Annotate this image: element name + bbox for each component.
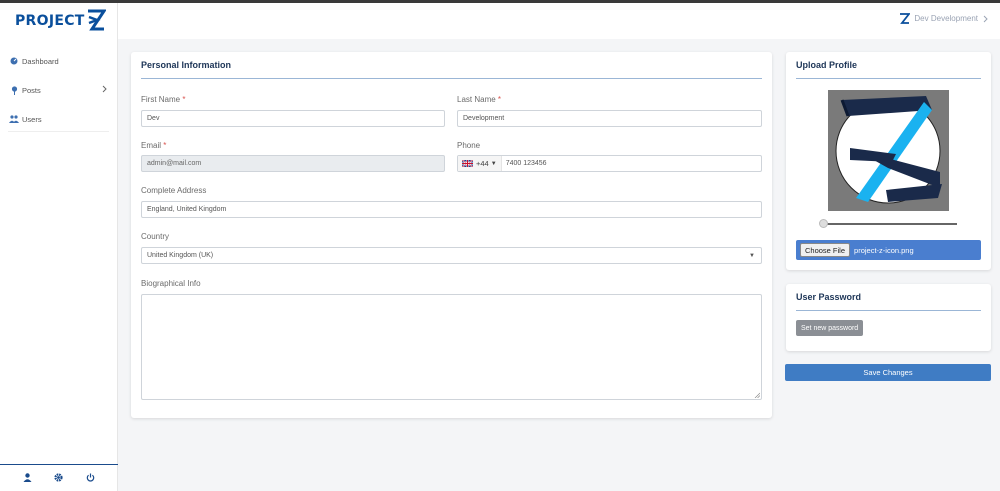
logo-z-icon <box>87 9 106 31</box>
sidebar-item-label: Users <box>22 114 42 124</box>
file-input[interactable]: Choose File project-z-icon.png <box>796 240 981 260</box>
card-title: Personal Information <box>141 60 232 70</box>
email-label: Email * <box>141 141 167 150</box>
logo[interactable]: PROJECT <box>15 7 106 35</box>
card-title: Upload Profile <box>796 60 858 70</box>
sidebar-item-label: Dashboard <box>22 56 59 66</box>
country-label: Country <box>141 232 170 241</box>
zoom-slider-handle[interactable] <box>819 219 828 228</box>
caret-down-icon: ▼ <box>749 253 755 259</box>
sidebar-footer <box>0 464 118 491</box>
card-divider <box>796 310 981 311</box>
dashboard-icon <box>9 56 19 66</box>
user-password-card: User Password Set new password <box>786 284 991 351</box>
caret-down-icon: ▼ <box>490 160 497 167</box>
email-field[interactable]: admin@mail.com <box>141 155 445 172</box>
sidebar: PROJECT Dashboard Posts Users <box>0 3 118 491</box>
country-code-dropdown[interactable]: +44 ▼ <box>458 156 502 171</box>
last-name-input[interactable]: Development <box>457 110 762 127</box>
sidebar-divider <box>8 131 109 132</box>
card-divider <box>796 78 981 79</box>
sidebar-item-label: Posts <box>22 85 41 95</box>
upload-profile-card: Upload Profile Choose File project-z-ico… <box>786 52 991 270</box>
zoom-slider-track[interactable] <box>824 223 957 225</box>
users-icon <box>9 114 19 124</box>
chevron-right-icon <box>102 85 107 95</box>
country-select[interactable]: United Kingdom (UK) ▼ <box>141 247 762 264</box>
phone-label: Phone <box>457 141 481 150</box>
logo-text: PROJECT <box>15 13 85 29</box>
chevron-right-icon <box>983 15 988 22</box>
address-input[interactable]: England, United Kingdom <box>141 201 762 218</box>
profile-image <box>828 90 949 211</box>
bio-label: Biographical Info <box>141 279 201 288</box>
bio-textarea[interactable] <box>141 294 762 400</box>
sidebar-item-users[interactable]: Users <box>0 105 118 134</box>
personal-information-card: Personal Information First Name * Dev La… <box>131 52 772 418</box>
user-icon[interactable] <box>23 472 32 484</box>
user-menu[interactable]: Dev Development <box>899 13 988 24</box>
sidebar-item-dashboard[interactable]: Dashboard <box>0 47 118 76</box>
save-changes-button[interactable]: Save Changes <box>785 364 991 381</box>
first-name-label: First Name * <box>141 95 186 104</box>
pin-icon <box>9 85 19 95</box>
uk-flag-icon <box>462 160 473 167</box>
phone-input[interactable]: +44 ▼ 7400 123456 <box>457 155 762 172</box>
gear-icon[interactable] <box>54 472 64 484</box>
file-name: project-z-icon.png <box>854 245 914 255</box>
sidebar-item-posts[interactable]: Posts <box>0 76 118 105</box>
top-header: Dev Development <box>118 3 1000 39</box>
project-z-icon <box>828 90 949 211</box>
sidebar-nav: Dashboard Posts Users <box>0 47 118 134</box>
power-icon[interactable] <box>86 473 95 484</box>
choose-file-button[interactable]: Choose File <box>800 243 851 257</box>
resize-handle-icon[interactable] <box>754 392 760 398</box>
user-name: Dev Development <box>914 14 978 23</box>
set-new-password-button[interactable]: Set new password <box>796 320 864 336</box>
address-label: Complete Address <box>141 186 207 195</box>
card-title: User Password <box>796 292 862 302</box>
last-name-label: Last Name * <box>457 95 502 104</box>
card-divider <box>141 78 762 79</box>
logo-z-icon <box>900 13 911 24</box>
first-name-input[interactable]: Dev <box>141 110 445 127</box>
